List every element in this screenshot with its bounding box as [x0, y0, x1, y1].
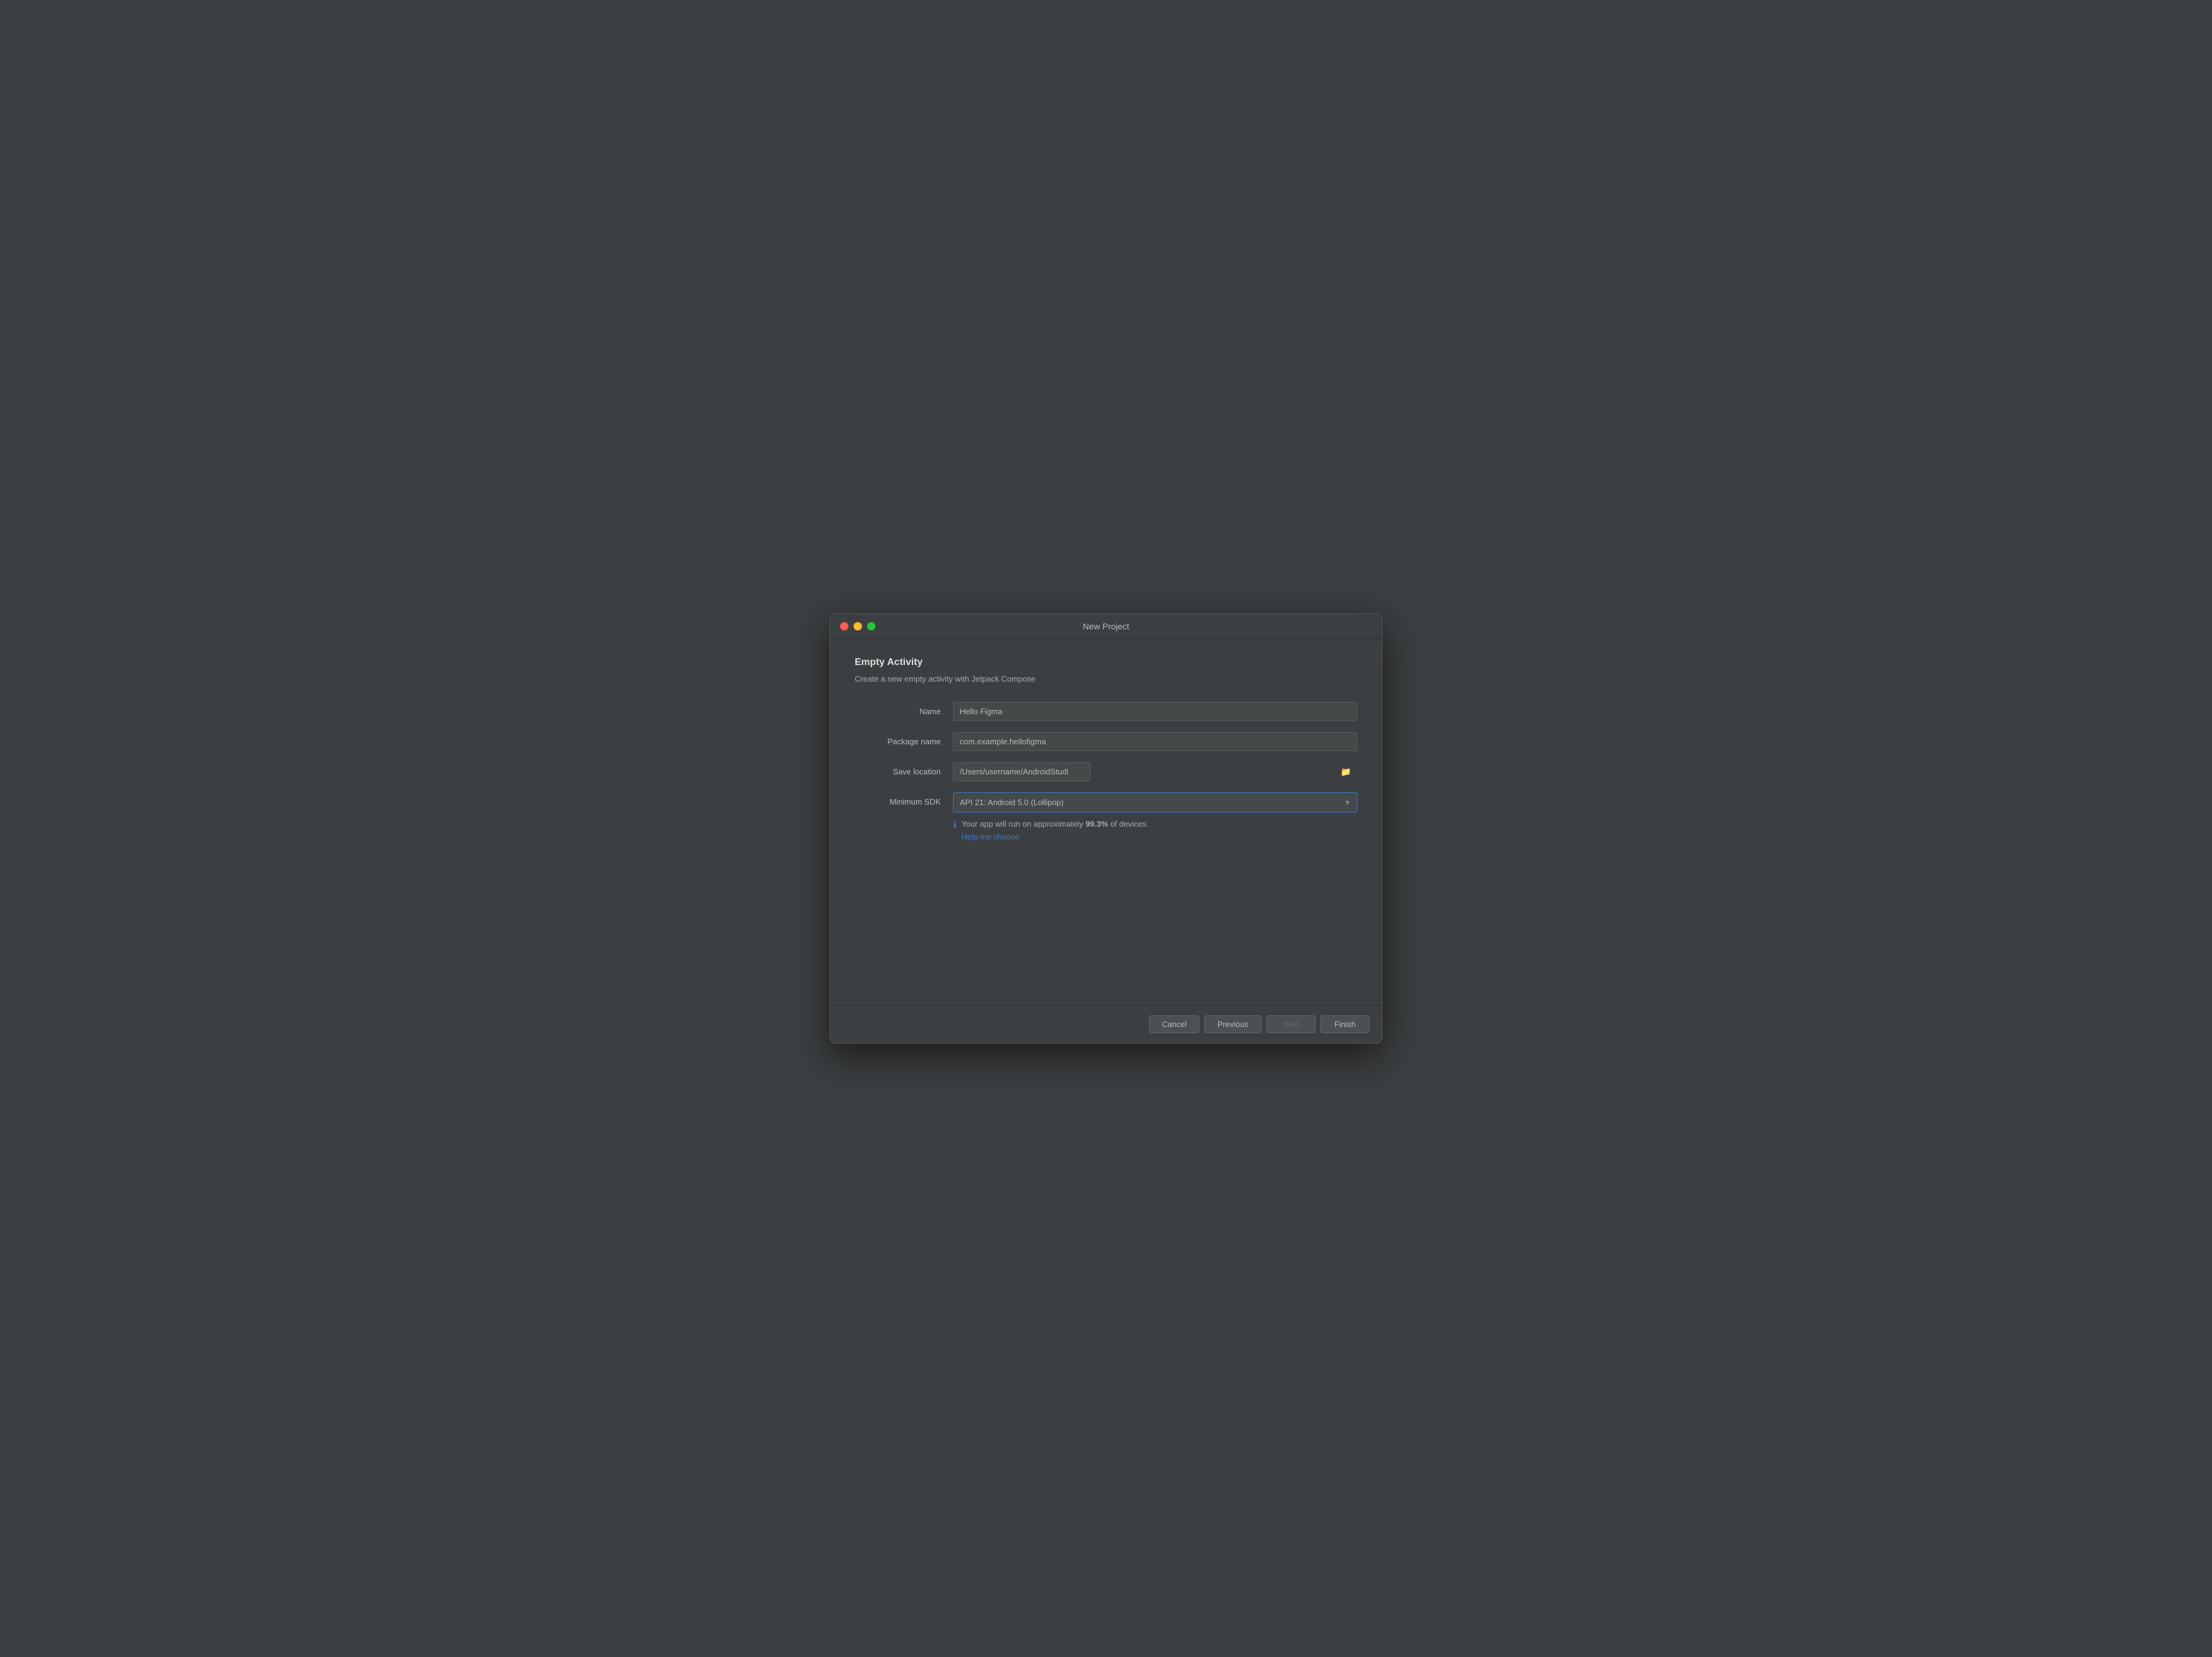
info-icon: ℹ [953, 819, 957, 830]
folder-icon: 📁 [1341, 766, 1351, 776]
save-location-input[interactable] [953, 762, 1091, 781]
form-area: Name Package name Save location 📁 [855, 702, 1357, 848]
name-label: Name [855, 707, 953, 716]
maximize-button[interactable] [867, 622, 876, 631]
close-button[interactable] [840, 622, 849, 631]
titlebar: New Project [830, 614, 1382, 639]
save-location-wrapper: 📁 [953, 762, 1357, 781]
next-button[interactable]: Next [1266, 1015, 1316, 1033]
minimum-sdk-row: Minimum SDK API 21: Android 5.0 (Lollipo… [855, 792, 1357, 841]
section-title: Empty Activity [855, 657, 1357, 668]
name-input[interactable] [953, 702, 1357, 721]
window-title: New Project [1083, 621, 1129, 631]
sdk-select-wrapper: API 21: Android 5.0 (Lollipop) API 22: A… [953, 792, 1357, 813]
sdk-content: API 21: Android 5.0 (Lollipop) API 22: A… [953, 792, 1357, 841]
package-name-label: Package name [855, 737, 953, 746]
main-content: Empty Activity Create a new empty activi… [830, 639, 1382, 1005]
previous-button[interactable]: Previous [1204, 1015, 1261, 1033]
minimum-sdk-select[interactable]: API 21: Android 5.0 (Lollipop) API 22: A… [953, 792, 1357, 813]
sdk-info-row: ℹ Your app will run on approximately 99.… [953, 819, 1357, 841]
footer: Cancel Previous Next Finish [830, 1005, 1382, 1043]
save-location-label: Save location [855, 767, 953, 776]
help-me-choose-link[interactable]: Help me choose [962, 832, 1149, 841]
info-text-prefix: Your app will run on approximately [962, 819, 1086, 828]
folder-browse-button[interactable]: 📁 [1339, 765, 1352, 778]
section-subtitle: Create a new empty activity with Jetpack… [855, 674, 1357, 683]
info-text-suffix: of devices. [1108, 819, 1148, 828]
minimum-sdk-label: Minimum SDK [855, 792, 953, 806]
new-project-window: New Project Empty Activity Create a new … [830, 613, 1382, 1044]
save-location-row: Save location 📁 [855, 762, 1357, 781]
content-spacer [855, 848, 1357, 986]
finish-button[interactable]: Finish [1320, 1015, 1370, 1033]
traffic-lights [840, 622, 876, 631]
cancel-button[interactable]: Cancel [1149, 1015, 1199, 1033]
info-percent: 99.3% [1086, 819, 1108, 828]
package-name-input[interactable] [953, 732, 1357, 751]
name-row: Name [855, 702, 1357, 721]
minimize-button[interactable] [853, 622, 862, 631]
package-name-row: Package name [855, 732, 1357, 751]
sdk-info-text: Your app will run on approximately 99.3%… [962, 819, 1149, 841]
